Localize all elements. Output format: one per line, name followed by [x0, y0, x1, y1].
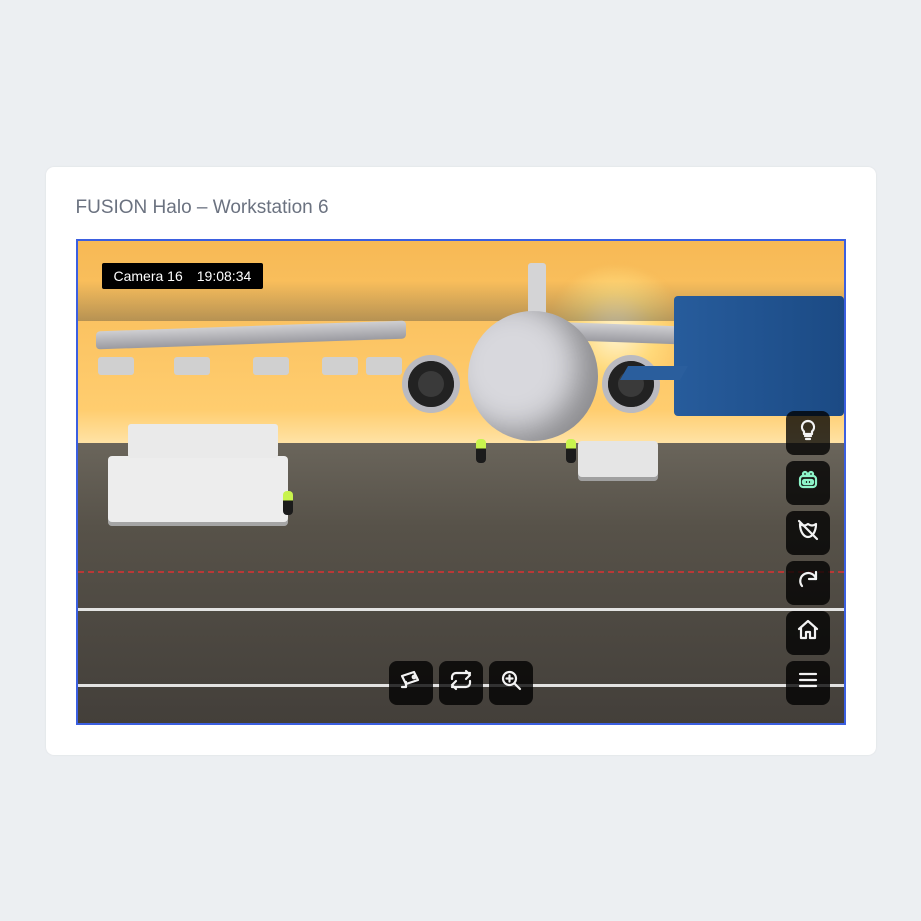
- home-icon: [796, 618, 820, 647]
- home-button[interactable]: [786, 611, 830, 655]
- zoom-in-icon: [499, 668, 523, 697]
- scene-vehicle: [174, 357, 210, 375]
- aux-button[interactable]: [786, 461, 830, 505]
- scene-person: [283, 491, 293, 515]
- scene-vehicle: [108, 456, 288, 526]
- camera-view[interactable]: Camera 16 19:08:34: [76, 239, 846, 725]
- scene-aircraft: [468, 311, 598, 441]
- mask-off-icon: [796, 518, 820, 547]
- scene-vehicle: [322, 357, 358, 375]
- scene-person: [476, 439, 486, 463]
- light-button[interactable]: [786, 411, 830, 455]
- repeat-icon: [449, 668, 473, 697]
- refresh-icon: [796, 568, 820, 597]
- scene-vehicle: [253, 357, 289, 375]
- camera-card: FUSION Halo – Workstation 6 Camera 16 19…: [46, 167, 876, 755]
- cctv-icon: [399, 668, 423, 697]
- page-title: FUSION Halo – Workstation 6: [76, 197, 846, 219]
- side-toolbar: [786, 411, 830, 705]
- menu-icon: [796, 668, 820, 697]
- osd-label: Camera 16 19:08:34: [102, 263, 264, 289]
- scene-vehicle: [366, 357, 402, 375]
- scene-engine: [408, 361, 454, 407]
- camera-time: 19:08:34: [197, 268, 252, 284]
- ptz-button[interactable]: [389, 661, 433, 705]
- refresh-button[interactable]: [786, 561, 830, 605]
- scene-vehicle: [578, 441, 658, 481]
- scene-wing: [96, 320, 406, 349]
- aux-icon: [796, 468, 820, 497]
- scene-vehicle: [98, 357, 134, 375]
- scene-person: [566, 439, 576, 463]
- mask-button[interactable]: [786, 511, 830, 555]
- cycle-button[interactable]: [439, 661, 483, 705]
- camera-name: Camera 16: [114, 268, 183, 284]
- zoom-button[interactable]: [489, 661, 533, 705]
- lightbulb-icon: [796, 418, 820, 447]
- ptz-toolbar: [389, 661, 533, 705]
- scene-jetbridge: [674, 296, 844, 416]
- menu-button[interactable]: [786, 661, 830, 705]
